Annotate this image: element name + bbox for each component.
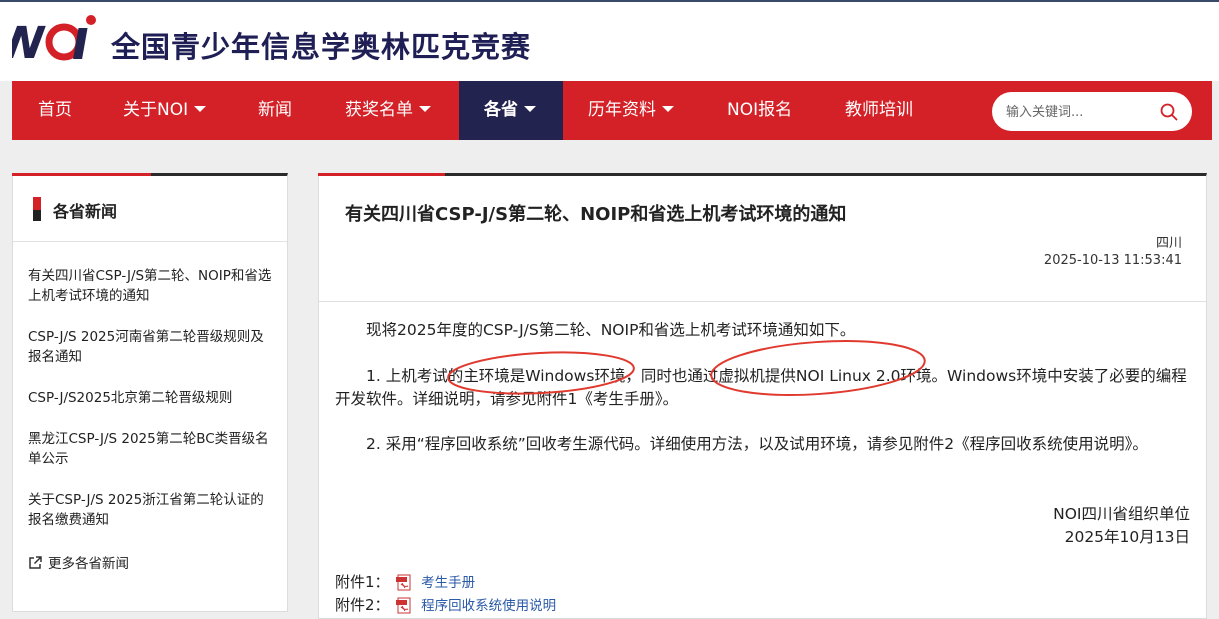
attachment-label: 附件2：: [335, 596, 390, 614]
section-marker-icon: [33, 197, 41, 221]
article-paragraph: 1. 上机考试的主环境是Windows环境，同时也通过虚拟机提供NOI Linu…: [335, 367, 1187, 408]
nav-noi-register-label: NOI报名: [727, 100, 793, 120]
search-box: [992, 92, 1192, 131]
nav-teacher-training[interactable]: 教师培训: [820, 81, 938, 140]
article-province: 四川: [1155, 236, 1182, 251]
caret-down-icon: [662, 106, 674, 112]
caret-down-icon: [524, 106, 536, 112]
pdf-file-icon: [396, 597, 411, 614]
attachment-1: 附件1： 考生手册: [335, 571, 475, 592]
article-accent-bar: [318, 173, 445, 176]
noi-logo-icon[interactable]: N: [12, 14, 102, 62]
sidebar-link[interactable]: 关于CSP-J/S 2025浙江省第二轮认证的报名缴费通知: [28, 490, 276, 530]
sidebar-link[interactable]: CSP-J/S 2025河南省第二轮晋级规则及报名通知: [28, 327, 276, 367]
main-nav: 首页 关于NOI 新闻 获奖名单 各省 历年资料 NOI报名 教师培训: [12, 81, 1212, 140]
divider: [319, 301, 1206, 302]
signature-date: 2025年10月13日: [1064, 528, 1190, 546]
nav-provinces[interactable]: 各省: [459, 81, 563, 140]
sidebar-link[interactable]: CSP-J/S2025北京第二轮晋级规则: [28, 388, 276, 408]
svg-text:N: N: [12, 18, 48, 62]
external-link-icon: [29, 556, 42, 569]
caret-down-icon: [419, 106, 431, 112]
signature-org: NOI四川省组织单位: [1053, 505, 1190, 523]
attachment-2: 附件2： 程序回收系统使用说明: [335, 594, 556, 615]
nav-awards-label: 获奖名单: [345, 100, 413, 120]
search-input[interactable]: [1006, 101, 1156, 123]
nav-teacher-training-label: 教师培训: [845, 100, 913, 120]
article-panel: 有关四川省CSP-J/S第二轮、NOIP和省选上机考试环境的通知 四川 2025…: [318, 173, 1207, 619]
nav-news[interactable]: 新闻: [233, 81, 317, 140]
nav-about[interactable]: 关于NOI: [97, 81, 232, 140]
attachment-label: 附件1：: [335, 573, 390, 591]
sidebar-title: 各省新闻: [53, 202, 118, 221]
nav-provinces-label: 各省: [484, 100, 518, 120]
nav-home-label: 首页: [38, 100, 72, 120]
nav-awards[interactable]: 获奖名单: [319, 81, 457, 140]
sidebar-province-news: 各省新闻 有关四川省CSP-J/S第二轮、NOIP和省选上机考试环境的通知 CS…: [12, 173, 288, 612]
article-paragraph: 2. 采用“程序回收系统”回收考生源代码。详细使用方法，以及试用环境，请参见附件…: [366, 435, 1148, 453]
article-datetime: 2025-10-13 11:53:41: [1043, 253, 1182, 268]
article-paragraph: 现将2025年度的CSP-J/S第二轮、NOIP和省选上机考试环境通知如下。: [366, 321, 856, 339]
nav-home[interactable]: 首页: [12, 81, 98, 140]
nav-about-label: 关于NOI: [123, 100, 189, 120]
site-title[interactable]: 全国青少年信息学奥林匹克竞赛: [111, 24, 531, 66]
nav-archives[interactable]: 历年资料: [563, 81, 699, 140]
pdf-file-icon: [396, 574, 411, 591]
more-link-label: 更多各省新闻: [48, 556, 129, 572]
nav-news-label: 新闻: [258, 100, 292, 120]
site-header: N 全国青少年信息学奥林匹克竞赛: [0, 0, 1219, 81]
attachment-link-collector-guide[interactable]: 程序回收系统使用说明: [421, 598, 556, 614]
sidebar-link[interactable]: 黑龙江CSP-J/S 2025第二轮BC类晋级名单公示: [28, 429, 276, 469]
article-title: 有关四川省CSP-J/S第二轮、NOIP和省选上机考试环境的通知: [345, 204, 847, 225]
sidebar-link[interactable]: 有关四川省CSP-J/S第二轮、NOIP和省选上机考试环境的通知: [28, 266, 276, 306]
nav-archives-label: 历年资料: [588, 100, 656, 120]
attachment-link-handbook[interactable]: 考生手册: [421, 575, 475, 591]
sidebar-header: 各省新闻: [13, 176, 287, 242]
caret-down-icon: [194, 106, 207, 112]
search-icon[interactable]: [1159, 102, 1179, 122]
nav-noi-register[interactable]: NOI报名: [702, 81, 817, 140]
more-province-news-link[interactable]: 更多各省新闻: [28, 552, 129, 572]
